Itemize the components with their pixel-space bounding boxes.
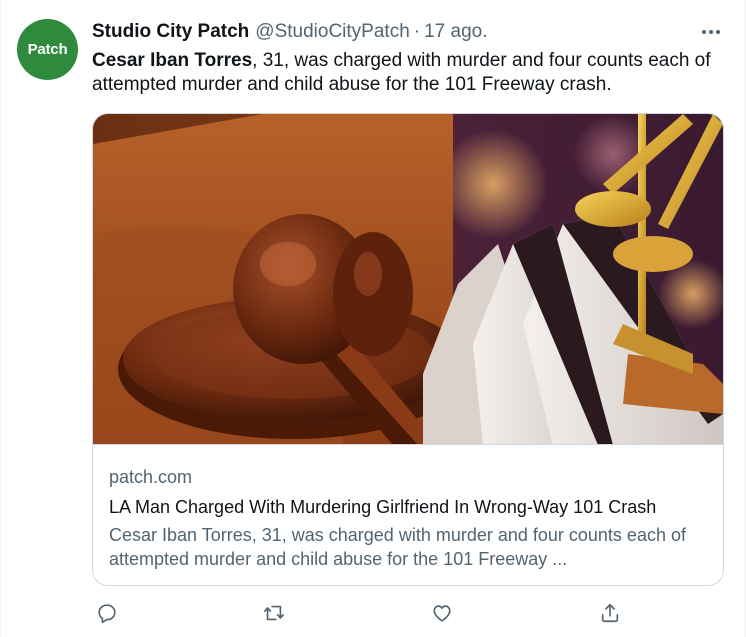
avatar-logo-text: Patch <box>27 41 68 58</box>
retweet-icon[interactable] <box>259 598 289 628</box>
action-bar <box>92 598 632 628</box>
tweet-text-bold: Cesar Iban Torres <box>92 50 253 71</box>
author-handle[interactable]: @StudioCityPatch <box>255 21 409 43</box>
card-image[interactable] <box>93 114 723 445</box>
card-body: patch.com LA Man Charged With Murdering … <box>109 465 709 571</box>
timestamp[interactable]: 17 ago. <box>424 21 487 43</box>
tweet[interactable]: Patch Studio City Patch @StudioCityPatch… <box>0 0 746 637</box>
heart-icon[interactable] <box>427 598 457 628</box>
more-options-icon[interactable] <box>696 20 726 44</box>
link-card[interactable]: patch.com LA Man Charged With Murdering … <box>92 113 724 586</box>
reply-icon[interactable] <box>92 598 122 628</box>
card-description: Cesar Iban Torres, 31, was charged with … <box>109 525 686 569</box>
tweet-header: Studio City Patch @StudioCityPatch · 17 … <box>92 19 488 45</box>
card-title[interactable]: LA Man Charged With Murdering Girlfriend… <box>109 495 709 519</box>
gavel-and-scales-photo <box>93 114 723 444</box>
separator-dot: · <box>413 21 421 42</box>
tweet-text: Cesar Iban Torres, 31, was charged with … <box>92 49 732 97</box>
share-icon[interactable] <box>595 598 625 628</box>
author-name[interactable]: Studio City Patch <box>92 21 249 43</box>
avatar[interactable]: Patch <box>17 19 78 80</box>
card-domain: patch.com <box>109 467 193 487</box>
